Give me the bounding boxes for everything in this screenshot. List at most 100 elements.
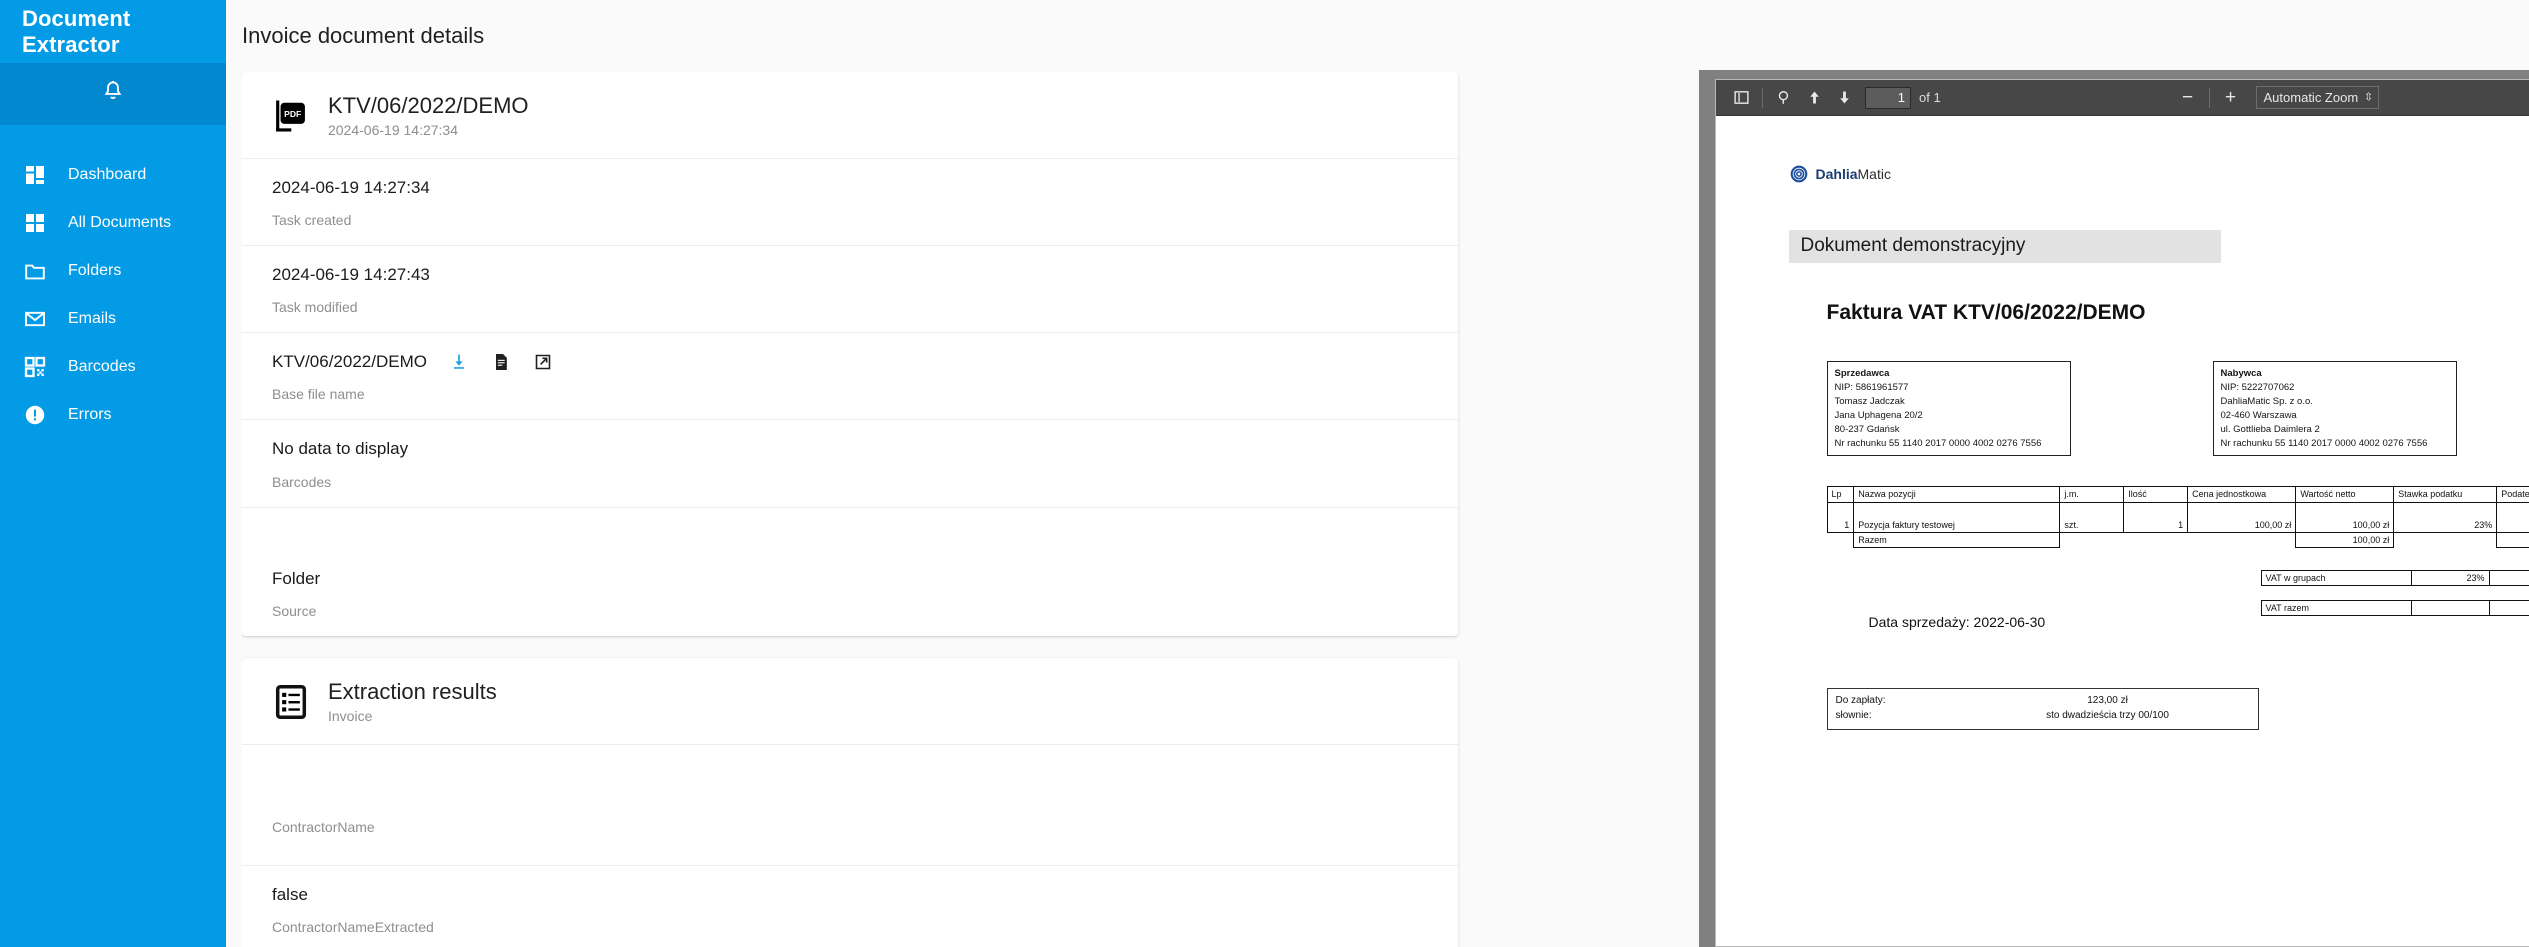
detail-row-barcodes: No data to display Barcodes [242, 419, 1458, 506]
document-timestamp: 2024-06-19 14:27:34 [328, 122, 458, 139]
pdf-page-number-input[interactable]: 1 [1865, 86, 1911, 109]
arrow-down-icon[interactable] [1829, 85, 1859, 111]
error-exclamation-icon [22, 402, 48, 428]
th-unit-price: Cena jednostkowa [2187, 485, 2297, 503]
sidebar-nav: Dashboard All Documents Folders Emails B… [0, 125, 226, 439]
app-brand: Document Extractor [22, 5, 131, 57]
td-total-tax: 23,00 zł [2496, 531, 2529, 548]
grid-documents-icon [22, 210, 48, 236]
buyer-line: DahliaMatic Sp. z o.o. [2220, 395, 2313, 407]
pdf-buyer-box: Nabywca NIP: 5222707062 DahliaMatic Sp. … [2212, 361, 2457, 456]
zoom-in-button[interactable]: + [2216, 85, 2246, 111]
detail-row-task-created: 2024-06-19 14:27:34 Task created [242, 158, 1458, 245]
envelope-icon [22, 306, 48, 332]
dahliamatic-logo-icon [1789, 164, 1809, 184]
seller-line: Nr rachunku 55 1140 2017 0000 4002 0276 … [1834, 437, 2042, 449]
buyer-line: 02-460 Warszawa [2220, 409, 2297, 421]
notifications-button[interactable] [0, 63, 226, 125]
pdf-file-icon: PDF [272, 97, 310, 135]
th-lp: Lp [1826, 485, 1855, 503]
pdf-sidebar-toggle-icon[interactable] [1726, 85, 1756, 111]
vat-groups-row: VAT w grupach 23% 23,00 zł 123,00 zł [2260, 569, 2529, 586]
pdf-page-1: DahliaMatic Dokument demonstracyjny Gdań… [1742, 116, 2529, 946]
extraction-card-header: Extraction results Invoice [242, 658, 1458, 744]
detail-value: No data to display [272, 439, 409, 459]
detail-label: Base file name [272, 386, 365, 403]
arrow-up-icon[interactable] [1799, 85, 1829, 111]
extraction-row-contractor-name: ContractorName [242, 743, 1458, 865]
th-unit: j.m. [2059, 485, 2125, 503]
th-qty: Ilość [2123, 485, 2189, 503]
zoom-out-button[interactable]: − [2173, 85, 2203, 111]
seller-line: NIP: 5861961577 [1834, 381, 1909, 393]
seller-line: Jana Uphagena 20/2 [1834, 409, 1923, 421]
open-external-icon[interactable] [533, 352, 553, 372]
table-total-row: Razem 100,00 zł 23,00 zł 123,00 zł [1827, 531, 2529, 548]
pdf-demo-banner: Dokument demonstracyjny [1788, 230, 2221, 263]
td-blank [2124, 532, 2188, 547]
download-icon[interactable] [449, 352, 469, 372]
search-icon[interactable] [1769, 85, 1799, 111]
sidebar-item-label: Errors [68, 406, 112, 423]
pdf-toolbar: 1 of 1 − + Automatic Zoom ⇳ [1716, 80, 2529, 116]
document-card-titles: KTV/06/2022/DEMO 2024-06-19 14:27:34 [328, 93, 529, 139]
list-results-icon [272, 683, 310, 721]
detail-value-with-actions: KTV/06/2022/DEMO [272, 351, 1428, 373]
sidebar-item-barcodes[interactable]: Barcodes [0, 343, 226, 391]
td-qty: 1 [2123, 501, 2189, 533]
seller-line: Tomasz Jadczak [1834, 395, 1905, 407]
pdf-parties: Sprzedawca NIP: 5861961577 Tomasz Jadcza… [1826, 361, 2529, 456]
pdf-viewport[interactable]: DahliaMatic Dokument demonstracyjny Gdań… [1716, 116, 2529, 946]
extraction-value [272, 785, 1428, 806]
zoom-level-select[interactable]: Automatic Zoom ⇳ [2255, 86, 2380, 109]
sidebar-item-all-documents[interactable]: All Documents [0, 199, 226, 247]
sidebar-item-folders[interactable]: Folders [0, 247, 226, 295]
zoom-level-value: Automatic Zoom [2263, 90, 2359, 105]
td-unit-price: 100,00 zł [2187, 501, 2297, 533]
detail-row-task-modified: 2024-06-19 14:27:43 Task modified [242, 245, 1458, 332]
payment-due-value: 123,00 zł [2087, 694, 2128, 706]
extraction-label: ContractorNameExtracted [272, 918, 434, 935]
sidebar-item-label: Folders [68, 262, 122, 279]
pdf-invoice-table: Lp Nazwa pozycji j.m. Ilość Cena jednost… [1826, 485, 2529, 548]
sidebar-item-dashboard[interactable]: Dashboard [0, 151, 226, 199]
payment-words-label: słownie: [1835, 710, 1872, 722]
pdf-logo-text: DahliaMatic [1816, 166, 1891, 182]
detail-label: Barcodes [272, 473, 332, 490]
td-blank [1827, 532, 1854, 547]
main-area: Invoice document details PDF KTV/06/2022… [226, 0, 2529, 947]
td-rate: 23% [2393, 501, 2498, 533]
vat-total-tax: 23,00 zł [2488, 599, 2529, 616]
td-blank [2394, 532, 2497, 547]
detail-label: Task created [272, 212, 352, 229]
payment-words-line: słownie: sto dwadzieścia trzy 00/100 [1836, 708, 2250, 724]
vat-groups-rate: 23% [2410, 569, 2490, 586]
pdf-vat-groups-table: VAT w grupach 23% 23,00 zł 123,00 zł [2260, 569, 2529, 586]
vat-total-label: VAT razem [2260, 599, 2412, 616]
td-net: 100,00 zł [2295, 501, 2395, 533]
pdf-sale-date: Data sprzedaży: 2022-06-30 [1868, 613, 2046, 630]
document-text-icon[interactable] [491, 352, 511, 372]
vat-groups-tax: 23,00 zł [2488, 569, 2529, 586]
sidebar-item-label: All Documents [68, 214, 172, 231]
folder-icon [22, 258, 48, 284]
th-net: Wartość netto [2295, 485, 2395, 503]
extraction-results-card: Extraction results Invoice ContractorNam… [242, 657, 1458, 947]
pdf-frame: 1 of 1 − + Automatic Zoom ⇳ DahliaMatic … [1715, 79, 2529, 947]
buyer-title: Nabywca [2220, 368, 2262, 379]
td-total-net: 100,00 zł [2295, 531, 2395, 548]
pdf-logo: DahliaMatic [1789, 164, 2529, 184]
sidebar-item-emails[interactable]: Emails [0, 295, 226, 343]
extraction-label: ContractorName [272, 818, 375, 835]
buyer-line: Nr rachunku 55 1140 2017 0000 4002 0276 … [2220, 437, 2428, 449]
document-title: KTV/06/2022/DEMO [328, 93, 529, 118]
page-header: Invoice document details [226, 0, 2529, 72]
td-name: Pozycja faktury testowej [1853, 501, 2061, 533]
pdf-payment-box: Do zapłaty: 123,00 zł słownie: sto dwadz… [1826, 687, 2259, 730]
th-tax: Podatek [2496, 485, 2529, 503]
extraction-title: Extraction results [328, 678, 497, 704]
detail-row-base-file-name: KTV/06/2022/DEMO Base file name [242, 332, 1458, 419]
pdf-viewer-pane: 1 of 1 − + Automatic Zoom ⇳ DahliaMatic … [1699, 70, 2529, 947]
payment-words-value: sto dwadzieścia trzy 00/100 [2046, 710, 2169, 722]
sidebar-item-errors[interactable]: Errors [0, 391, 226, 439]
